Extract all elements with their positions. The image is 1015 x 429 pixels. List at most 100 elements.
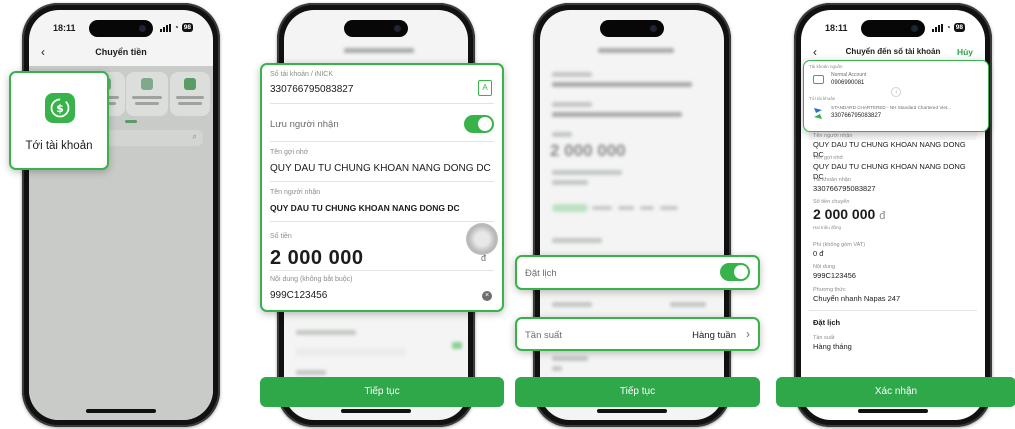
field-placeholder	[552, 72, 592, 77]
menu-label-placeholder	[176, 96, 204, 99]
nav-bar: ‹ Chuyển tiền	[29, 42, 213, 62]
content-label: Nội dung	[813, 264, 836, 270]
method-value: Chuyển nhanh Napas 247	[813, 294, 901, 303]
schedule-label: Đặt lịch	[525, 268, 557, 279]
cancel-button[interactable]: Hủy	[957, 42, 973, 62]
fee-value: 0 đ	[813, 249, 824, 258]
recipient-label: Tên người nhận	[270, 189, 321, 196]
chip-placeholder	[618, 206, 634, 210]
confirm-button[interactable]: Xác nhận	[776, 377, 1015, 407]
continue-button[interactable]: Tiếp tục	[515, 377, 760, 407]
field-placeholder	[296, 330, 356, 335]
contact-book-icon[interactable]: A	[478, 80, 492, 96]
phone-frame-3: 2 000 000	[533, 3, 731, 427]
menu-tile-3[interactable]	[170, 72, 210, 116]
search-icon: ⌕	[192, 132, 197, 141]
nickname-input[interactable]: QUY DAU TU CHUNG KHOAN NANG DONG DC	[270, 163, 491, 174]
title-placeholder	[344, 48, 414, 53]
field-placeholder	[552, 112, 682, 117]
arrow-down-icon: ↓	[891, 87, 901, 97]
nickname-label: Tên gợi nhớ	[270, 149, 309, 156]
page-title: Chuyển đến số tài khoản	[845, 47, 941, 56]
field-placeholder	[552, 82, 692, 87]
dynamic-island	[600, 20, 664, 37]
signal-icon	[931, 23, 943, 32]
badge-placeholder	[452, 342, 462, 349]
field-placeholder	[552, 302, 592, 307]
fee-label: Phí (không gồm VAT)	[813, 242, 866, 248]
divider	[809, 310, 977, 311]
account-label: Số tài khoản / iNICK	[270, 71, 334, 78]
wallet-icon	[813, 75, 824, 84]
amount-input[interactable]: 2 000 000	[270, 247, 363, 270]
menu-tile-2[interactable]	[126, 72, 168, 116]
assistive-touch-icon[interactable]	[466, 223, 498, 255]
transfer-form-card: Số tài khoản / iNICK 330766795083827 A L…	[260, 63, 504, 312]
recipient-value: QUY DAU TU CHUNG KHOAN NANG DONG DC	[270, 203, 460, 213]
field-placeholder	[296, 370, 326, 375]
menu-label-placeholder	[135, 102, 159, 105]
content-label: Nội dung (không bắt buộc)	[270, 276, 353, 283]
save-recipient-toggle[interactable]	[464, 115, 494, 133]
wifi-icon: ◔	[945, 23, 951, 32]
svg-text:$: $	[56, 102, 64, 115]
tile-label: Tới tài khoản	[25, 140, 93, 152]
field-placeholder	[670, 302, 706, 307]
source-account-label: Tài khoản nguồn	[809, 64, 843, 69]
menu-label-placeholder	[132, 96, 162, 99]
frequency-label: Tần suất	[525, 330, 562, 341]
money-transfer-icon: $	[45, 93, 75, 123]
amount-blurred: 2 000 000	[550, 141, 626, 160]
field-placeholder	[552, 238, 602, 243]
divider	[270, 181, 494, 182]
chip-placeholder	[640, 206, 654, 210]
clear-icon[interactable]: ×	[482, 291, 492, 301]
field-placeholder	[552, 366, 562, 371]
field-placeholder	[552, 102, 592, 107]
status-time: 18:11	[825, 23, 848, 33]
amount-label: Số tiền chuyển	[813, 199, 850, 205]
currency-unit: đ	[879, 210, 886, 222]
battery-icon: 98	[953, 23, 965, 32]
transfer-to-account-tile[interactable]: $ Tới tài khoản	[9, 71, 109, 170]
menu-icon	[184, 78, 196, 90]
menu-label-placeholder	[178, 102, 202, 105]
schedule-toggle[interactable]	[720, 263, 750, 281]
nav-bar: ‹ Chuyển đến số tài khoản Hủy	[801, 42, 985, 62]
wifi-icon: ◔	[173, 23, 179, 32]
signal-icon	[159, 23, 171, 32]
method-label: Phương thức	[813, 287, 846, 293]
chip-placeholder	[552, 204, 588, 212]
field-placeholder	[552, 132, 572, 137]
menu-icon	[141, 78, 153, 90]
continue-button[interactable]: Tiếp tục	[260, 377, 504, 407]
standard-chartered-logo-icon	[812, 107, 824, 120]
dest-account-label: Tới tài khoản	[809, 96, 836, 101]
home-indicator	[597, 409, 667, 413]
back-icon[interactable]: ‹	[813, 42, 817, 62]
chip-placeholder	[660, 206, 678, 210]
frequency-row[interactable]: Tần suất Hàng tuần ›	[515, 317, 760, 351]
content-value: 999C123456	[813, 271, 856, 280]
amount-in-words: Hai triệu đồng	[813, 225, 842, 230]
save-recipient-label: Lưu người nhận	[270, 119, 339, 130]
divider	[270, 221, 494, 222]
status-icons: ◔ 98	[159, 23, 193, 32]
amount-value: 2 000 000	[813, 206, 876, 222]
nickname-label: Tên gợi nhớ	[813, 155, 844, 161]
battery-icon: 98	[181, 23, 193, 32]
account-label: Tài khoản nhận	[813, 177, 851, 183]
schedule-header: Đặt lịch	[813, 318, 841, 327]
account-input[interactable]: 330766795083827	[270, 84, 353, 95]
frequency-value: Hàng tháng	[813, 342, 852, 351]
back-icon[interactable]: ‹	[41, 42, 45, 62]
content-input[interactable]: 999C123456	[270, 290, 327, 301]
field-placeholder	[552, 356, 588, 361]
status-time: 18:11	[53, 23, 76, 33]
source-account-number: 0906990081	[831, 80, 865, 86]
dest-bank-name: STANDARD CHARTERED - NH Standard Charter…	[831, 105, 951, 110]
recipient-label: Tên người nhận	[813, 133, 853, 139]
source-account-name: Normal Account	[831, 72, 867, 78]
frequency-label: Tần suất	[813, 335, 835, 341]
home-indicator	[341, 409, 411, 413]
